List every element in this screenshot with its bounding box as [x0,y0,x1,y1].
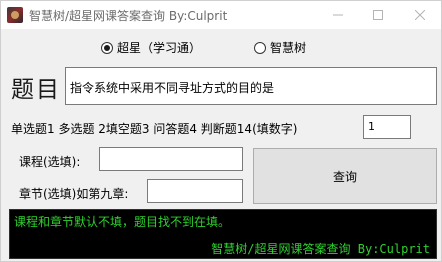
maximize-icon [373,10,383,20]
close-icon [415,10,425,20]
app-window: 智慧树/超星网课答案查询 By:Culprit 超星（学习通） 智慧树 题目 指… [0,0,442,262]
minimize-icon [333,14,343,16]
question-type-input[interactable]: 1 [363,115,411,139]
close-button[interactable] [403,1,437,29]
radio-zhihuishu-label: 智慧树 [270,41,307,55]
question-type-label: 单选题1 多选题 2填空题3 问答题4 判断题14(填数字) [11,122,298,136]
radio-dot-checked[interactable] [101,41,113,54]
radio-chaoxing[interactable]: 超星（学习通） [101,39,201,56]
minimize-button[interactable] [321,1,355,29]
maximize-button[interactable] [361,1,395,29]
console-credit-text: 智慧树/超星网课答案查询 By:Culprit [211,242,430,256]
question-label: 题目 [11,77,61,103]
query-button[interactable]: 查询 [253,148,437,204]
radio-chaoxing-label: 超星（学习通） [117,41,202,55]
course-label: 课程(选填): [19,155,81,169]
radio-zhihuishu[interactable]: 智慧树 [254,39,306,56]
output-console: 课程和章节默认不填，题目找不到在填。 智慧树/超星网课答案查询 By:Culpr… [9,209,437,259]
chapter-input[interactable] [147,179,243,203]
title-bar[interactable]: 智慧树/超星网课答案查询 By:Culprit [1,1,441,29]
radio-dot-unchecked[interactable] [254,41,266,54]
course-input[interactable] [99,147,243,171]
chapter-label: 章节(选填)如第九章: [19,187,129,201]
question-input[interactable]: 指令系统中采用不同寻址方式的目的是 [65,67,437,105]
console-hint-text: 课程和章节默认不填，题目找不到在填。 [14,215,231,229]
window-title: 智慧树/超星网课答案查询 By:Culprit [29,9,228,23]
app-logo-icon [7,7,23,23]
